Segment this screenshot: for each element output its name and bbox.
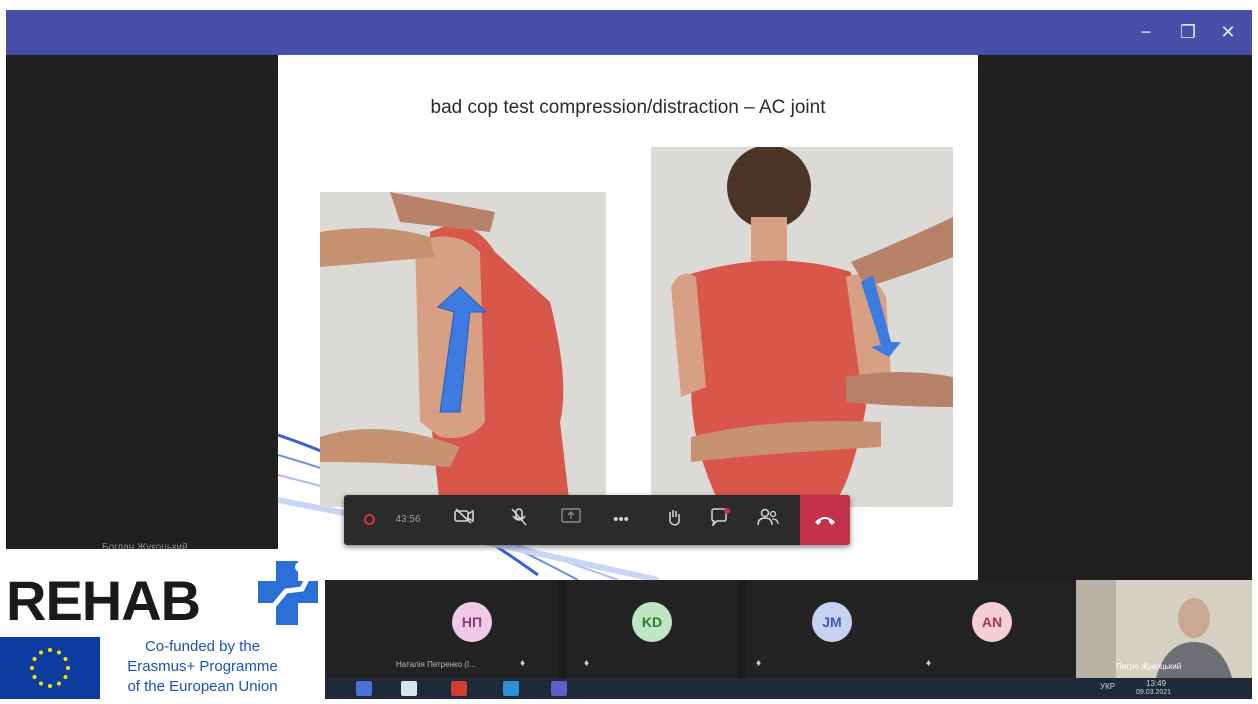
mic-icon: ♦ [756, 658, 762, 669]
minimize-button[interactable]: − [1134, 20, 1158, 44]
rehab-erasmus-logo: REHAB Co-funded by the Erasmus+ Programm… [0, 549, 325, 699]
camera-off-icon[interactable] [452, 508, 476, 532]
pdf-app-icon[interactable] [401, 681, 417, 696]
self-view-name: Петро Жукоцький [1116, 662, 1182, 671]
mic-off-icon[interactable] [507, 508, 531, 532]
photo-compression-test [320, 192, 606, 507]
rehab-wordmark: REHAB [6, 569, 201, 632]
more-options-icon[interactable]: ••• [609, 508, 633, 532]
meeting-control-bar: 43:56 ••• [344, 495, 850, 545]
hangup-icon [815, 517, 835, 525]
avatar: JM [812, 602, 852, 642]
avatar: AN [972, 602, 1012, 642]
cofund-line-3: of the European Union [127, 678, 278, 695]
cofund-line-2: Erasmus+ Programme [127, 658, 278, 675]
self-video-tile[interactable]: Петро Жукоцький [1076, 580, 1252, 678]
maximize-button[interactable]: ❐ [1176, 20, 1200, 44]
participant-tile[interactable]: JM ♦ [746, 580, 918, 678]
participants-icon[interactable] [756, 508, 780, 532]
teams-app-icon[interactable] [551, 681, 567, 696]
raise-hand-icon[interactable] [662, 508, 686, 532]
chat-icon[interactable] [708, 508, 732, 532]
title-bar: − ❐ ✕ [6, 10, 1252, 55]
share-screen-icon[interactable] [559, 508, 583, 532]
edge-app-icon[interactable] [503, 681, 519, 696]
medical-cross-icon [258, 561, 318, 625]
clock-time[interactable]: 13:49 [1146, 679, 1166, 688]
mic-icon: ♦ [584, 658, 590, 669]
mic-icon: ♦ [926, 658, 932, 669]
participant-name: Наталія Петренко (I... [396, 660, 476, 669]
close-button[interactable]: ✕ [1216, 20, 1240, 44]
hangup-button[interactable] [800, 495, 850, 545]
mic-icon: ♦ [520, 658, 526, 669]
call-timer: 43:56 [395, 514, 421, 525]
language-indicator[interactable]: УКР [1100, 682, 1115, 691]
record-icon[interactable] [360, 508, 378, 532]
avatar: НП [452, 602, 492, 642]
cofund-line-1: Co-funded by the [144, 638, 261, 655]
erasmus-cofund-text: Co-funded by the Erasmus+ Programme of t… [110, 637, 295, 697]
photo-distraction-test [651, 147, 953, 507]
avatar: KD [632, 602, 672, 642]
participant-tile[interactable]: KD ♦ [566, 580, 738, 678]
viber-app-icon[interactable] [356, 681, 372, 696]
eu-flag-icon [0, 637, 100, 699]
clock-date[interactable]: 09.03.2021 [1136, 689, 1171, 696]
powerpoint-app-icon[interactable] [451, 681, 467, 696]
participant-tile[interactable]: AN ♦ [906, 580, 1078, 678]
slide-title: bad cop test compression/distraction – A… [430, 97, 826, 118]
participant-tile[interactable]: НП Наталія Петренко (I... ♦ [386, 580, 558, 678]
